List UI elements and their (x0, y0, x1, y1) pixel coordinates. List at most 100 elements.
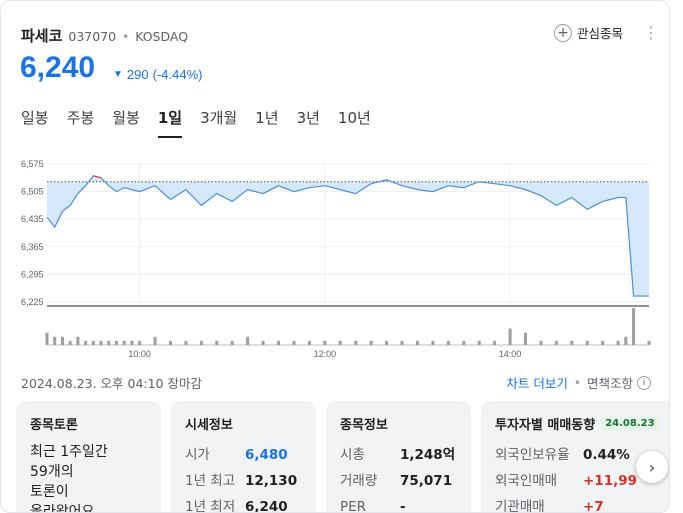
volume-bar (554, 340, 558, 345)
volume-bar (616, 340, 620, 345)
stock-info-title: 종목정보 (340, 418, 388, 433)
separator-dot: • (122, 30, 130, 44)
stock-code: 037070 (68, 29, 117, 44)
chart-svg: 6,575 6,505 6,435 6,365 6,295 6,225 10:00 12:00… (21, 159, 651, 359)
period-tabs: 일봉 주봉 월봉 1일 3개월 1년 3년 10년 (21, 107, 389, 138)
y-tick-label: 6,365 (21, 242, 44, 252)
volume-bar (647, 340, 651, 345)
institution-trade-row: 기관매매 +7 (495, 494, 667, 513)
volume-bar (68, 340, 72, 345)
tab-1day[interactable]: 1일 (157, 107, 183, 138)
down-arrow-icon: ▼ (113, 69, 123, 80)
discussion-title: 종목토론 (30, 418, 78, 433)
y-tick-label: 6,225 (21, 297, 44, 307)
volume-bar (168, 340, 172, 345)
info-icon: i (637, 375, 651, 390)
row-label: 시총 (340, 447, 365, 463)
discussion-line: 올라왔어요 (30, 504, 95, 513)
discussion-card[interactable]: 종목토론 최근 1주일간 59개의 토론이 올라왔어요 (16, 401, 161, 513)
date-badge: 24.08.23 (601, 416, 659, 431)
disclaimer-link[interactable]: 면책조항 i (587, 373, 651, 392)
year-high-row: 1년 최고 12,130 (185, 468, 302, 494)
more-vert-icon[interactable]: ⋮ (643, 23, 659, 42)
volume-bar (114, 340, 118, 345)
chart-more-link[interactable]: 차트 더보기 (506, 373, 567, 392)
volume-bar (601, 340, 605, 345)
row-label: 거래량 (340, 473, 378, 489)
row-label: 1년 최저 (185, 499, 236, 513)
volume-bar (570, 340, 574, 345)
discussion-line: 최근 1주일간 (30, 444, 108, 460)
x-tick-label: 14:00 (499, 349, 522, 359)
row-value: - (400, 499, 406, 513)
tab-weekly[interactable]: 주봉 (67, 107, 95, 138)
volume-bar (338, 340, 342, 345)
volume-bar (632, 308, 636, 345)
row-label: 기관매매 (495, 499, 545, 513)
row-value: 6,480 (245, 447, 288, 463)
volume-bar (199, 340, 203, 345)
price-change: ▼ 290 (-4.44%) (113, 67, 202, 82)
volume-bar (76, 336, 80, 345)
volume-bar (230, 340, 234, 345)
volume-bar (184, 340, 188, 345)
per-row: PER - (340, 494, 457, 513)
discussion-line: 토론이 (30, 484, 69, 500)
volume-bar (446, 340, 450, 345)
market-cap-row: 시총 1,248억 (340, 442, 457, 468)
change-percent: (-4.44%) (152, 67, 203, 82)
y-tick-label: 6,295 (21, 269, 44, 279)
info-cards: 종목토론 최근 1주일간 59개의 토론이 올라왔어요 시세정보 시가 6,48… (16, 401, 669, 513)
investor-trend-title: 투자자별 매매동향 24.08.23 (495, 414, 667, 433)
investor-title-text: 투자자별 매매동향 (495, 418, 596, 433)
y-tick-label: 6,575 (21, 159, 44, 169)
volume-bar (624, 336, 628, 345)
separator-dot: • (573, 375, 581, 390)
tab-monthly[interactable]: 월봉 (112, 107, 140, 138)
volume-bar (524, 332, 528, 345)
volume-bar (84, 340, 88, 345)
stock-info-card[interactable]: 종목정보 시총 1,248억 거래량 75,071 PER - (326, 401, 471, 513)
volume-bar (91, 340, 95, 345)
stock-card: 파세코 037070 • KOSDAQ + 관심종목 ⋮ 6,240 ▼ 290… (0, 0, 670, 513)
volume-bar (477, 340, 481, 345)
row-label: 시가 (185, 447, 210, 463)
tab-3months[interactable]: 3개월 (200, 107, 237, 138)
market-info-card[interactable]: 시세정보 시가 6,480 1년 최고 12,130 1년 최저 6,240 (171, 401, 316, 513)
x-tick-label: 12:00 (314, 349, 337, 359)
stock-name[interactable]: 파세코 (21, 25, 62, 46)
add-watchlist-button[interactable]: + 관심종목 (554, 23, 623, 42)
volume-bar (122, 340, 126, 345)
volume-bar (431, 340, 435, 345)
y-tick-label: 6,435 (21, 214, 44, 224)
watchlist-label: 관심종목 (577, 26, 624, 41)
volume-bar (99, 340, 103, 345)
row-value: 0.44% (583, 447, 630, 463)
tab-1year[interactable]: 1년 (255, 107, 278, 138)
x-tick-label: 10:00 (128, 349, 151, 359)
disclaimer-label: 면책조항 (586, 376, 633, 391)
volume-bar (53, 336, 57, 345)
current-price: 6,240 (20, 51, 96, 84)
stock-title-row: 파세코 037070 • KOSDAQ (21, 25, 188, 46)
change-amount: 290 (126, 67, 149, 82)
volume-bar (400, 340, 404, 345)
volume-bar (153, 336, 157, 345)
volume-bar (493, 340, 497, 345)
volume-bar (60, 336, 64, 345)
tab-3years[interactable]: 3년 (297, 107, 320, 138)
chevron-right-icon: › (648, 457, 656, 477)
volume-bar (215, 340, 219, 345)
chart-meta-row: 2024.08.23. 오후 04:10 장마감 차트 더보기 • 면책조항 i (21, 373, 651, 392)
volume-bar (246, 336, 250, 345)
tab-daily[interactable]: 일봉 (21, 107, 49, 138)
volume-bar (138, 340, 142, 345)
volume-bar (508, 328, 512, 345)
volume-bar (45, 332, 49, 345)
tab-10years[interactable]: 10년 (338, 107, 371, 138)
row-label: 1년 최고 (185, 473, 236, 489)
row-label: 외국인보유율 (495, 447, 570, 463)
next-card-button[interactable]: › (636, 451, 668, 483)
discussion-text: 최근 1주일간 59개의 토론이 올라왔어요 (30, 442, 147, 513)
intraday-chart[interactable]: 6,575 6,505 6,435 6,365 6,295 6,225 10:00 12:00… (1, 153, 669, 363)
